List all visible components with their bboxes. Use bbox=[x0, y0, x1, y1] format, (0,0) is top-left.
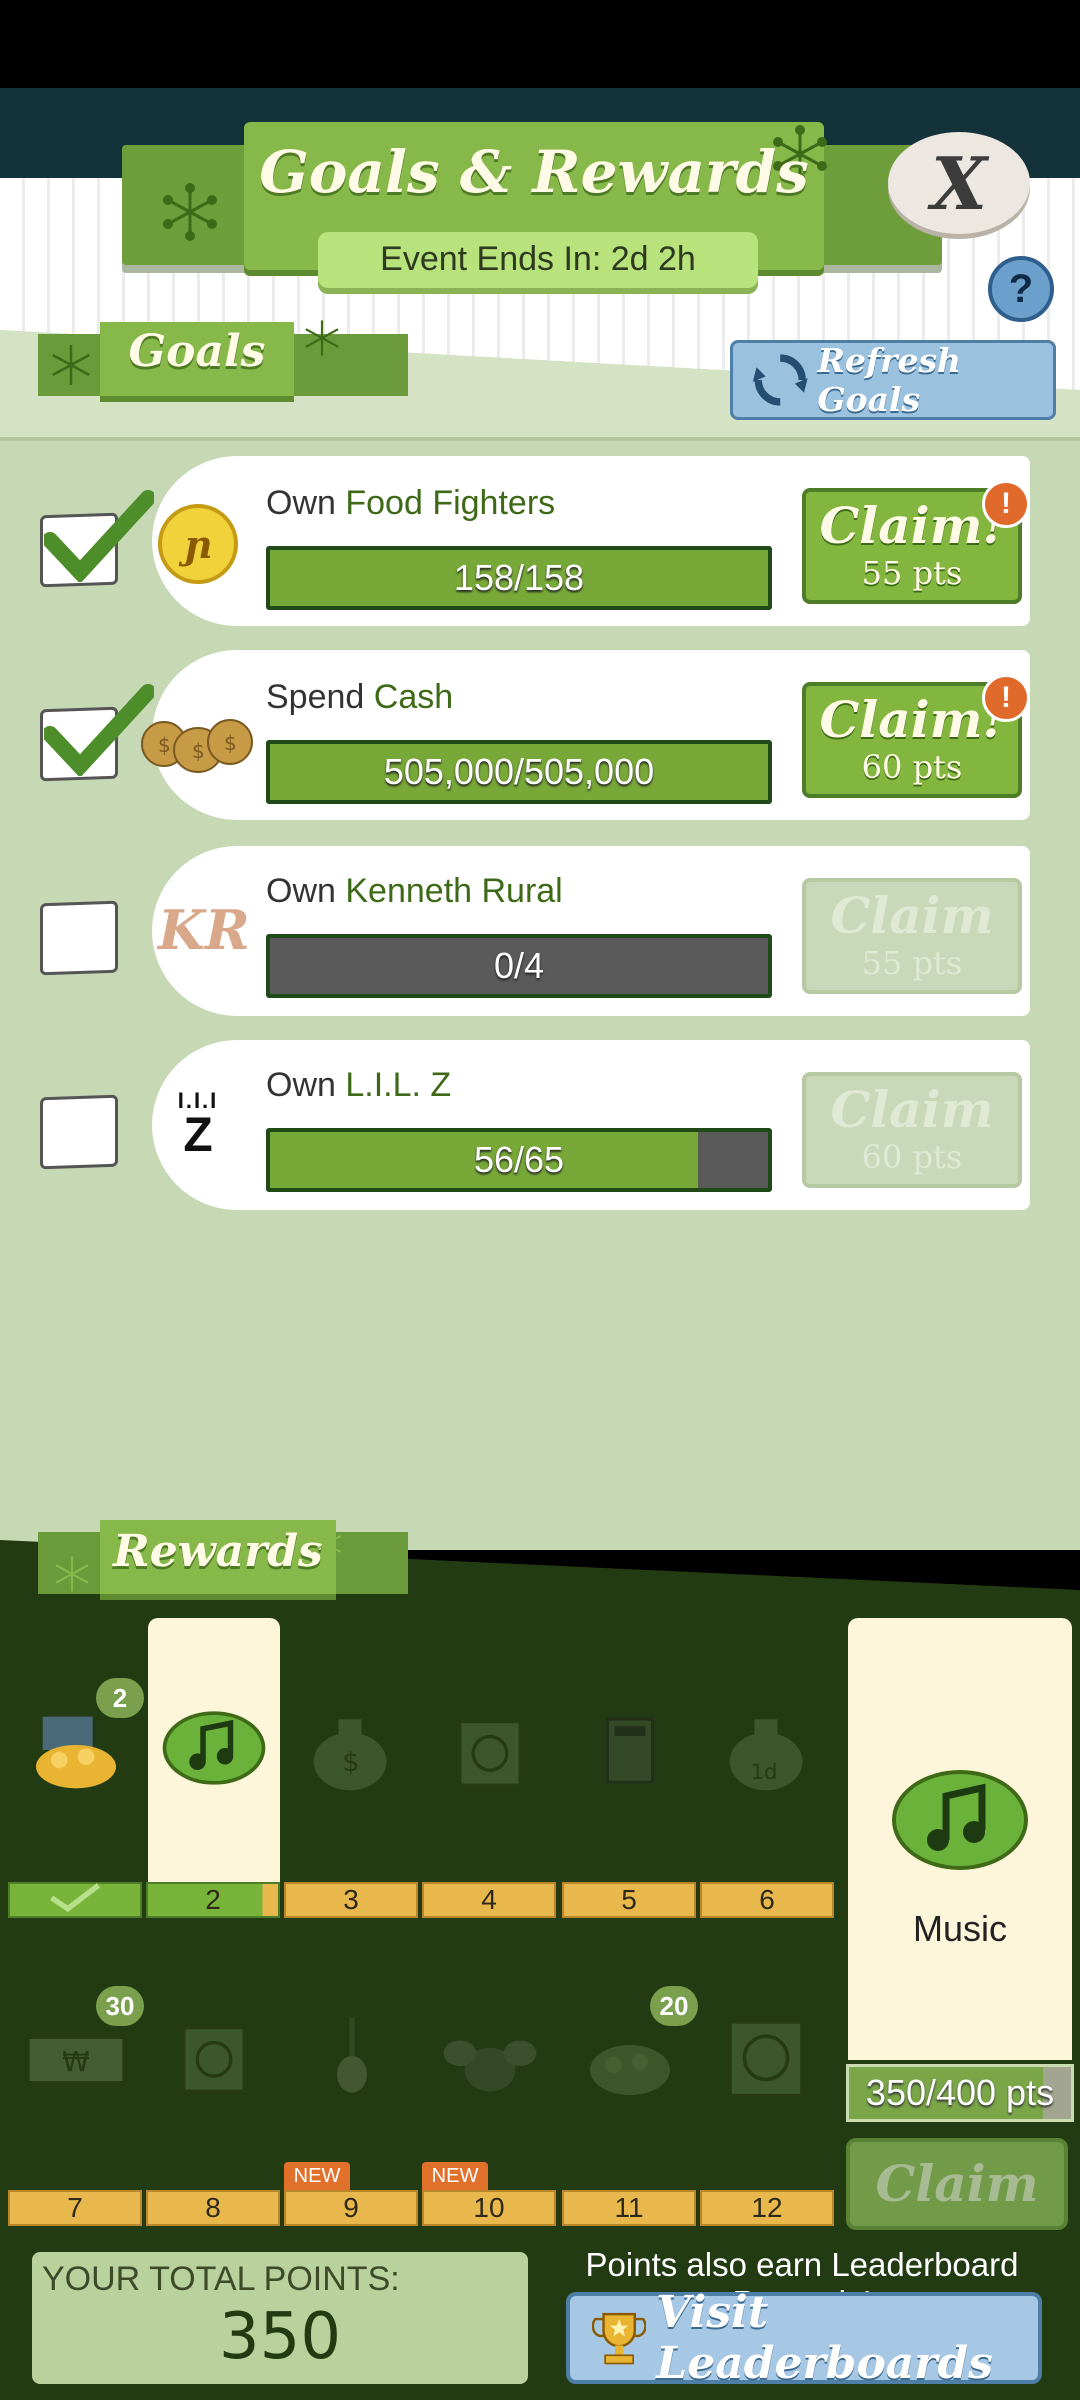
level-marker: 10 bbox=[422, 2190, 556, 2226]
goal-label: Own L.I.L. Z bbox=[266, 1066, 452, 1104]
refresh-goals-button[interactable]: Refresh Goals bbox=[730, 340, 1056, 420]
svg-text:$: $ bbox=[192, 739, 205, 763]
refresh-goals-label: Refresh Goals bbox=[817, 341, 962, 419]
amp-icon[interactable] bbox=[570, 1690, 690, 1810]
kr-logo-icon: KR bbox=[158, 898, 250, 962]
goal-checkbox bbox=[40, 1094, 118, 1170]
goal-progress-bar: 158/158 bbox=[266, 546, 772, 610]
level-marker: 2 bbox=[146, 1882, 280, 1918]
svg-text:$: $ bbox=[342, 1747, 359, 1778]
level-marker: 7 bbox=[8, 2190, 142, 2226]
drum-kit-icon[interactable] bbox=[430, 1996, 550, 2116]
music-note-icon bbox=[890, 1768, 1030, 1872]
coin-emblem-icon: ɲ bbox=[158, 504, 238, 584]
goal-subject: L.I.L. Z bbox=[345, 1066, 452, 1104]
claim-reward-button[interactable]: Claim bbox=[846, 2138, 1068, 2230]
goal-progress-bar: 56/65 bbox=[266, 1128, 772, 1192]
lilz-logo-icon: I.I.I Z bbox=[177, 1088, 219, 1162]
alert-badge: ! bbox=[982, 480, 1030, 528]
goals-title: Goals bbox=[128, 326, 266, 377]
starburst-icon bbox=[310, 1528, 342, 1560]
goal-progress-text: 0/4 bbox=[493, 945, 545, 986]
help-button[interactable]: ? bbox=[988, 256, 1054, 322]
goal-subject: Kenneth Rural bbox=[345, 872, 563, 910]
rewards-title: Rewards bbox=[113, 1526, 323, 1577]
goal-checkbox bbox=[40, 900, 118, 976]
starburst-icon bbox=[305, 320, 339, 356]
close-icon: X bbox=[931, 140, 987, 226]
money-bags-icon: $ $ $ bbox=[141, 719, 253, 773]
page-title: Goals & Rewards bbox=[259, 138, 809, 206]
goal-label: Own Food Fighters bbox=[266, 484, 556, 522]
total-points-label: YOUR TOTAL POINTS: bbox=[42, 2260, 400, 2298]
level-marker: 3 bbox=[284, 1882, 418, 1918]
points-progress-text: 350/400 pts bbox=[865, 2072, 1055, 2113]
level-marker: 9 bbox=[284, 2190, 418, 2226]
reward-count-badge: 20 bbox=[650, 1986, 698, 2026]
trophy-icon bbox=[592, 2312, 647, 2365]
level-marker: 11 bbox=[562, 2190, 696, 2226]
starburst-icon bbox=[55, 1556, 89, 1592]
claim-goal-button[interactable]: Claim 60 pts bbox=[802, 1072, 1022, 1188]
status-bar bbox=[0, 0, 1080, 88]
points-progress-bar: 350/400 pts bbox=[846, 2064, 1074, 2122]
claim-points: 55 pts bbox=[861, 944, 963, 982]
claim-points: 55 pts bbox=[861, 554, 963, 592]
crate-icon[interactable] bbox=[430, 1690, 550, 1810]
level-marker: 5 bbox=[562, 1882, 696, 1918]
featured-reward-label: Music bbox=[912, 1908, 1007, 1949]
starburst-icon bbox=[163, 183, 217, 241]
level-marker: 4 bbox=[422, 1882, 556, 1918]
goal-progress-bar: 0/4 bbox=[266, 934, 772, 998]
guitar-icon[interactable] bbox=[292, 1996, 412, 2116]
goal-progress-bar: 505,000/505,000 bbox=[266, 740, 772, 804]
total-points-value: 350 bbox=[218, 2300, 342, 2374]
new-badge: NEW bbox=[422, 2162, 488, 2190]
level-marker: 6 bbox=[700, 1882, 834, 1918]
new-badge: NEW bbox=[284, 2162, 350, 2190]
goal-subject: Food Fighters bbox=[345, 484, 556, 522]
level-marker bbox=[8, 1882, 142, 1918]
checkmark-icon bbox=[44, 490, 154, 582]
goals-divider bbox=[0, 437, 1080, 441]
checkmark-icon bbox=[50, 1883, 101, 1913]
cash-bag-timer-icon[interactable]: 1d bbox=[706, 1690, 826, 1810]
claim-title: Claim bbox=[830, 1080, 994, 1139]
claim-points: 60 pts bbox=[861, 748, 963, 786]
crate-icon[interactable] bbox=[154, 1996, 274, 2116]
claim-points: 60 pts bbox=[861, 1138, 963, 1176]
claim-goal-button[interactable]: Claim 55 pts bbox=[802, 878, 1022, 994]
svg-text:$: $ bbox=[158, 733, 171, 757]
music-note-icon[interactable] bbox=[154, 1688, 274, 1808]
level-marker: 8 bbox=[146, 2190, 280, 2226]
starburst-icon bbox=[52, 345, 90, 385]
svg-text:$: $ bbox=[224, 731, 237, 755]
reward-count-badge: 30 bbox=[96, 1986, 144, 2026]
refresh-icon bbox=[752, 354, 808, 406]
svg-text:1d: 1d bbox=[751, 1759, 778, 1784]
goal-label: Own Kenneth Rural bbox=[266, 872, 563, 910]
visit-leaderboards-label: Visit Leaderboards bbox=[656, 2287, 994, 2389]
goal-progress-text: 56/65 bbox=[473, 1139, 565, 1180]
event-timer: Event Ends In: 2d 2h bbox=[380, 240, 696, 278]
level-marker: 12 bbox=[700, 2190, 834, 2226]
close-button[interactable]: X bbox=[888, 132, 1030, 234]
goal-subject: Cash bbox=[373, 678, 454, 716]
alert-badge: ! bbox=[982, 674, 1030, 722]
claim-title: Claim bbox=[830, 886, 994, 945]
reward-count-badge: 2 bbox=[96, 1678, 144, 1718]
cash-bag-icon[interactable]: $ bbox=[290, 1690, 410, 1810]
help-icon: ? bbox=[1008, 266, 1034, 311]
goal-progress-text: 505,000/505,000 bbox=[383, 751, 655, 792]
goal-progress-text: 158/158 bbox=[453, 557, 585, 598]
goal-label: Spend Cash bbox=[266, 678, 454, 716]
svg-text:₩: ₩ bbox=[62, 2045, 90, 2078]
crate-large-icon[interactable] bbox=[706, 1996, 826, 2116]
visit-leaderboards-button[interactable]: Visit Leaderboards bbox=[566, 2287, 1042, 2389]
